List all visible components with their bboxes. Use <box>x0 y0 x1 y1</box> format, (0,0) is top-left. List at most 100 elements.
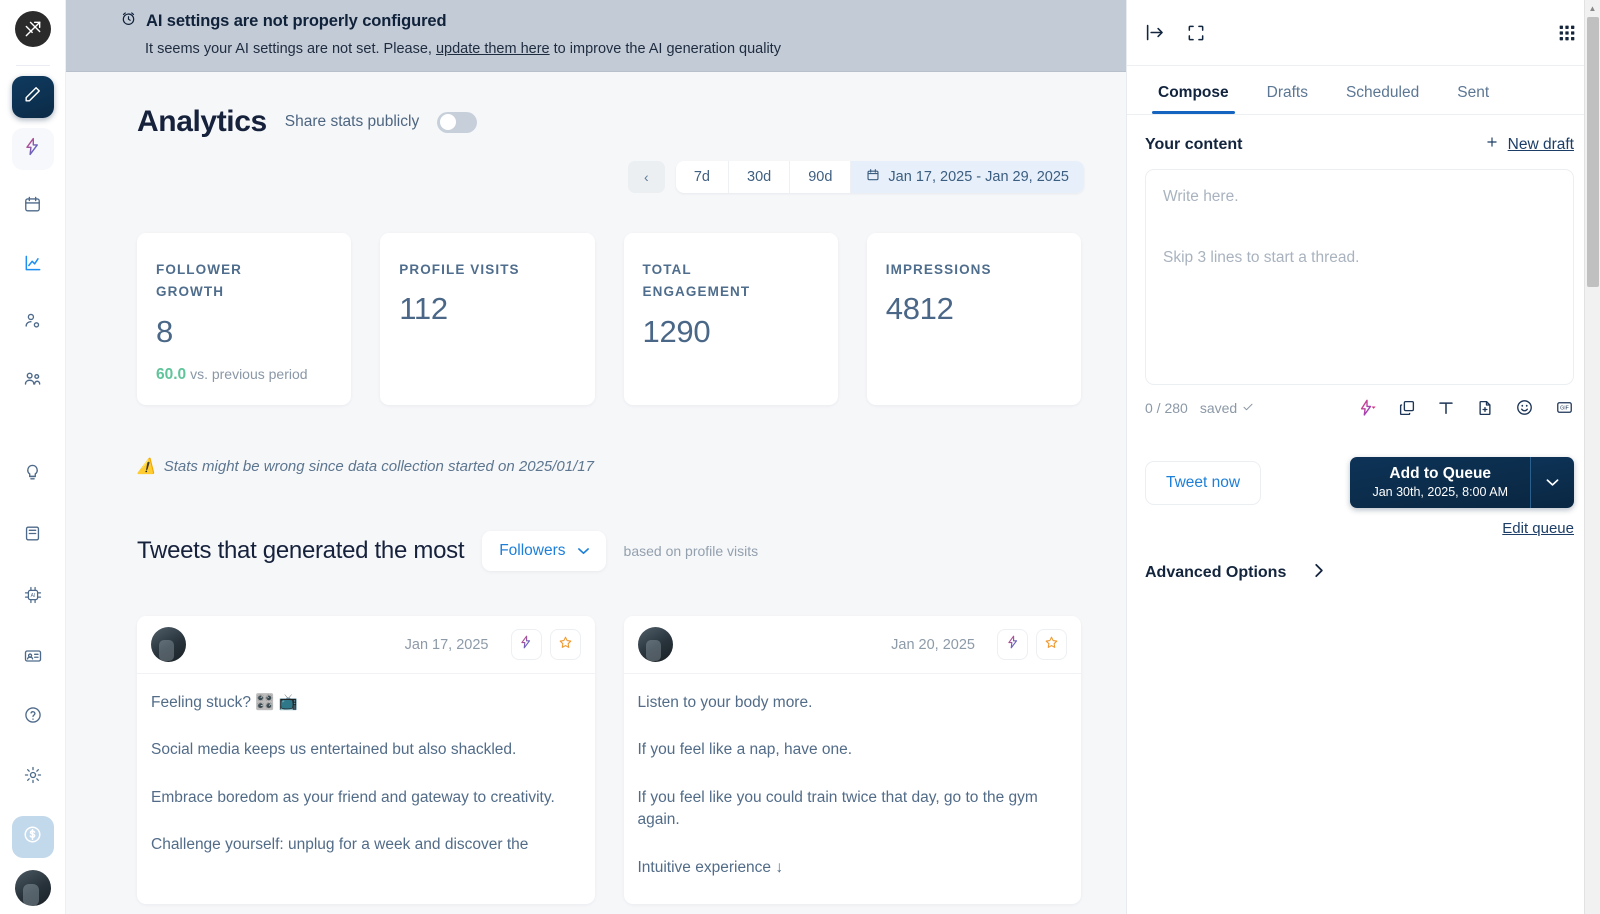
sidebar-item-help[interactable] <box>12 696 54 738</box>
stat-label: FOLLOWER GROWTH <box>156 262 243 300</box>
page-title: Analytics <box>137 105 267 138</box>
metric-dropdown-label: Followers <box>499 542 566 559</box>
tweet-line: If you feel like you could train twice t… <box>637 788 1038 829</box>
range-90d[interactable]: 90d <box>790 161 852 193</box>
users-group-icon <box>23 369 43 394</box>
add-file-icon[interactable] <box>1476 399 1494 417</box>
sidebar-item-billing[interactable] <box>11 816 54 858</box>
id-card-icon <box>23 646 43 671</box>
avatar[interactable] <box>14 870 51 906</box>
metric-dropdown[interactable]: Followers <box>482 531 606 571</box>
sidebar-item-ai-assistant[interactable] <box>11 128 54 170</box>
advanced-options-label: Advanced Options <box>1145 564 1287 581</box>
your-content-row: Your content New draft <box>1145 135 1574 154</box>
app-logo-icon[interactable] <box>14 11 51 47</box>
sidebar-item-compose[interactable] <box>11 76 54 118</box>
gear-icon <box>23 765 43 790</box>
section-title: Tweets that generated the most <box>137 537 465 564</box>
tab-compose[interactable]: Compose <box>1145 76 1242 114</box>
update-settings-link[interactable]: update them here <box>436 41 550 57</box>
right-panel-toolbar <box>1127 0 1600 66</box>
composer-textarea[interactable]: Write here. Skip 3 lines to start a thre… <box>1145 169 1574 385</box>
sidebar-item-settings[interactable] <box>12 756 54 798</box>
pencil-icon <box>23 85 42 109</box>
scrollbar-thumb[interactable] <box>1587 17 1599 287</box>
main-content: AI settings are not properly configured … <box>66 0 1126 914</box>
chevron-down-icon <box>577 542 589 560</box>
stat-label: TOTAL ENGAGEMENT <box>642 262 751 300</box>
sidebar-item-library[interactable] <box>12 515 54 557</box>
your-content-title: Your content <box>1145 135 1243 153</box>
svg-text:AI: AI <box>30 593 35 599</box>
sidebar-item-audience[interactable] <box>12 302 54 344</box>
stat-card: IMPRESSIONS 4812 <box>866 233 1081 405</box>
banner-subtitle: It seems your AI settings are not set. P… <box>145 41 1126 57</box>
chevron-down-icon <box>1546 474 1559 492</box>
sidebar-item-engage[interactable] <box>12 360 54 402</box>
tweet-line: Intuitive experience ↓ <box>637 858 784 876</box>
tweet-card[interactable]: Jan 17, 2025 Feeling stuck? 🎛️ 📺 Social … <box>137 616 595 905</box>
stat-value: 112 <box>399 291 448 327</box>
ai-settings-banner: AI settings are not properly configured … <box>66 0 1126 72</box>
composer-actions: Tweet now Add to Queue Jan 30th, 2025, 8… <box>1145 457 1574 508</box>
add-to-queue-button[interactable]: Add to Queue Jan 30th, 2025, 8:00 AM <box>1350 457 1531 508</box>
emoji-icon[interactable] <box>1515 398 1534 417</box>
tweet-date: Jan 17, 2025 <box>404 636 489 653</box>
panel-collapse-icon[interactable] <box>1145 22 1166 43</box>
stat-value: 1290 <box>642 313 711 349</box>
composer-body: Your content New draft Write here. Skip … <box>1127 115 1600 583</box>
sidebar-item-calendar[interactable] <box>12 186 54 228</box>
sidebar-item-ai-chip[interactable]: AI <box>12 576 54 618</box>
range-7d[interactable]: 7d <box>676 161 729 193</box>
calendar-icon <box>23 195 42 219</box>
tab-scheduled[interactable]: Scheduled <box>1333 76 1432 114</box>
range-30d[interactable]: 30d <box>729 161 791 193</box>
selected-date-range: Jan 17, 2025 - Jan 29, 2025 <box>888 169 1069 185</box>
sidebar-item-ideas[interactable] <box>12 454 54 496</box>
stat-cards: FOLLOWER GROWTH 8 60.0 vs. previous peri… <box>137 233 1081 405</box>
add-to-queue-label: Add to Queue <box>1389 465 1492 482</box>
add-to-queue-caret[interactable] <box>1531 457 1574 508</box>
apps-grid-icon[interactable] <box>1556 22 1578 44</box>
duplicate-icon[interactable] <box>1398 399 1416 417</box>
new-draft-button[interactable]: New draft <box>1485 135 1574 154</box>
chart-line-icon <box>23 253 43 278</box>
tweet-line: Feeling stuck? 🎛️ 📺 <box>151 694 299 711</box>
add-to-queue-group: Add to Queue Jan 30th, 2025, 8:00 AM <box>1350 457 1574 508</box>
app-root: AI AI settings are not properly configur… <box>0 0 1600 914</box>
stat-value: 8 <box>156 313 173 349</box>
scroll-up-arrow[interactable]: ▲ <box>1585 0 1600 16</box>
tab-drafts[interactable]: Drafts <box>1254 76 1321 114</box>
user-settings-icon <box>23 311 42 335</box>
stat-delta-pct: 60.0 <box>156 365 187 383</box>
gif-icon[interactable]: GIF <box>1555 398 1574 417</box>
tweet-line: Embrace boredom as your friend and gatew… <box>151 788 555 806</box>
saved-label: saved <box>1199 399 1238 416</box>
sidebar-item-analytics[interactable] <box>12 244 54 286</box>
page-scrollbar[interactable]: ▲ <box>1584 0 1600 914</box>
share-stats-toggle[interactable] <box>437 111 478 133</box>
tab-sent[interactable]: Sent <box>1444 76 1502 114</box>
tweet-ai-button[interactable] <box>997 629 1028 660</box>
lightning-icon <box>23 137 42 161</box>
tweet-author-avatar <box>151 627 186 662</box>
date-picker-button[interactable]: Jan 17, 2025 - Jan 29, 2025 <box>851 161 1084 193</box>
saved-status: saved <box>1200 400 1254 416</box>
share-stats-label: Share stats publicly <box>284 113 420 130</box>
tweet-favorite-button[interactable] <box>1036 629 1067 660</box>
tweet-now-button[interactable]: Tweet now <box>1145 460 1262 505</box>
advanced-options-toggle[interactable]: Advanced Options <box>1145 563 1574 583</box>
tweet-card[interactable]: Jan 20, 2025 Listen to your body more. I… <box>623 616 1081 905</box>
sidebar-item-profile-card[interactable] <box>12 637 54 679</box>
banner-title: AI settings are not properly configured <box>146 11 447 30</box>
edit-queue-link[interactable]: Edit queue <box>1145 520 1574 537</box>
tweet-favorite-button[interactable] <box>549 629 581 660</box>
tweet-ai-button[interactable] <box>510 629 542 660</box>
prev-period-button[interactable]: ‹ <box>627 161 665 193</box>
date-range-group: ‹ 7d 30d 90d Jan 17, 2025 - Jan 29, 2025 <box>627 161 1084 193</box>
expand-fullscreen-icon[interactable] <box>1186 23 1206 43</box>
text-format-icon[interactable] <box>1437 399 1455 417</box>
chevron-left-icon: ‹ <box>644 169 649 185</box>
ai-lightning-dropdown-icon[interactable] <box>1357 399 1377 417</box>
date-range-bar: ‹ 7d 30d 90d Jan 17, 2025 - Jan 29, 2025 <box>137 161 1084 193</box>
